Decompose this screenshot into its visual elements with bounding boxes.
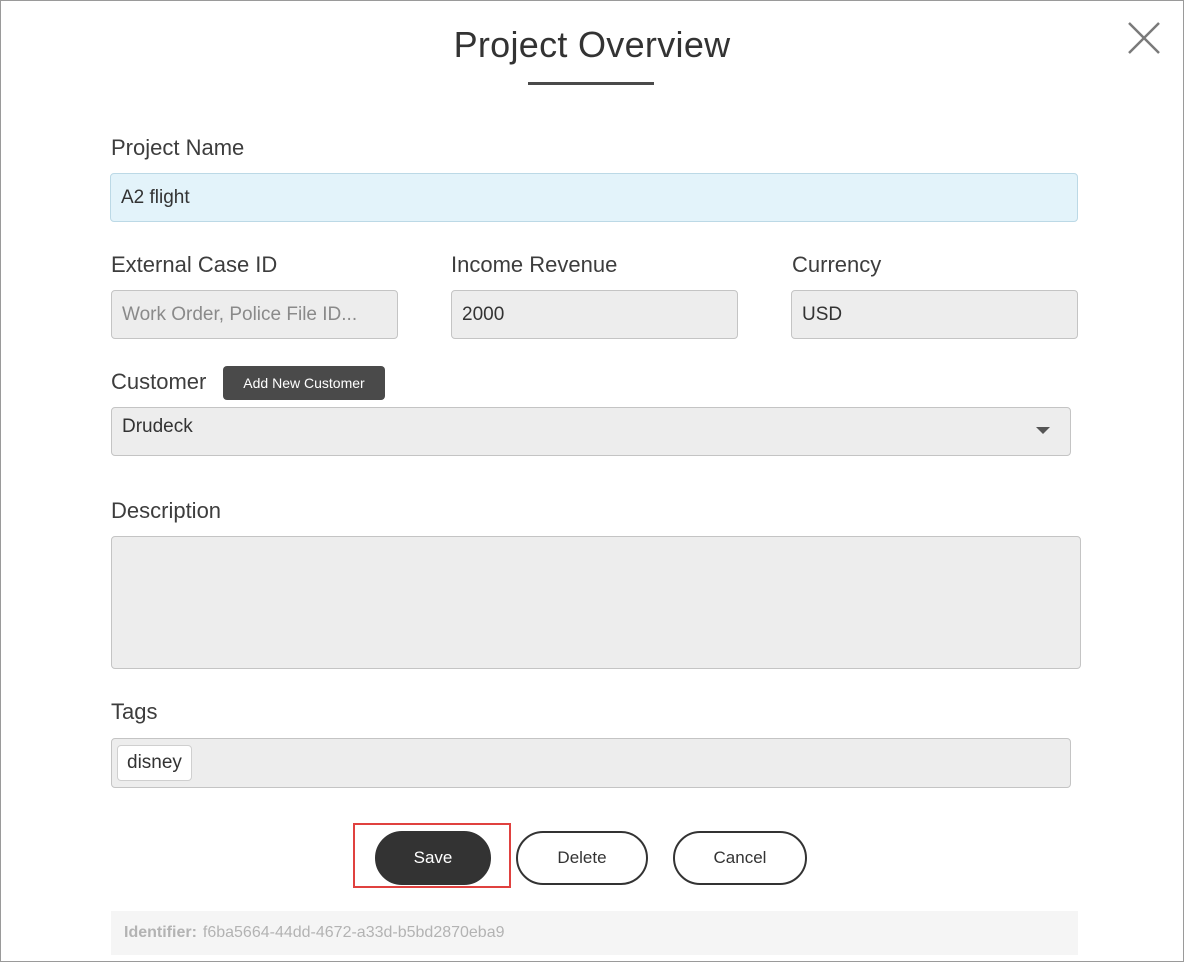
chevron-down-icon xyxy=(1036,427,1050,434)
customer-select[interactable]: Drudeck xyxy=(111,407,1071,456)
dialog-title: Project Overview xyxy=(453,24,731,65)
external-case-id-label: External Case ID xyxy=(111,252,278,277)
currency-label: Currency xyxy=(792,252,882,277)
customer-label: Customer xyxy=(111,369,207,394)
close-button[interactable] xyxy=(1122,16,1166,60)
identifier-value: f6ba5664-44dd-4672-a33d-b5bd2870eba9 xyxy=(202,924,505,941)
project-name-input[interactable]: A2 flight xyxy=(110,173,1078,222)
close-icon xyxy=(1128,22,1160,54)
add-new-customer-button[interactable]: Add New Customer xyxy=(223,366,385,400)
external-case-id-input[interactable]: Work Order, Police File ID... xyxy=(111,290,398,339)
income-revenue-label: Income Revenue xyxy=(451,252,618,277)
description-textarea[interactable] xyxy=(111,536,1081,669)
description-label: Description xyxy=(111,498,222,523)
customer-selected-value: Drudeck xyxy=(122,416,193,437)
tags-input[interactable]: disney xyxy=(111,738,1071,788)
save-button[interactable]: Save xyxy=(375,831,491,885)
delete-button[interactable]: Delete xyxy=(516,831,648,885)
identifier-footer: Identifier: f6ba5664-44dd-4672-a33d-b5bd… xyxy=(111,911,1078,955)
tags-label: Tags xyxy=(111,699,158,724)
cancel-button[interactable]: Cancel xyxy=(673,831,807,885)
title-underline xyxy=(528,82,654,85)
currency-input[interactable]: USD xyxy=(791,290,1078,339)
identifier-key: Identifier: xyxy=(124,924,197,941)
tag-chip[interactable]: disney xyxy=(117,745,192,781)
project-name-label: Project Name xyxy=(111,135,245,160)
income-revenue-input[interactable]: 2000 xyxy=(451,290,738,339)
